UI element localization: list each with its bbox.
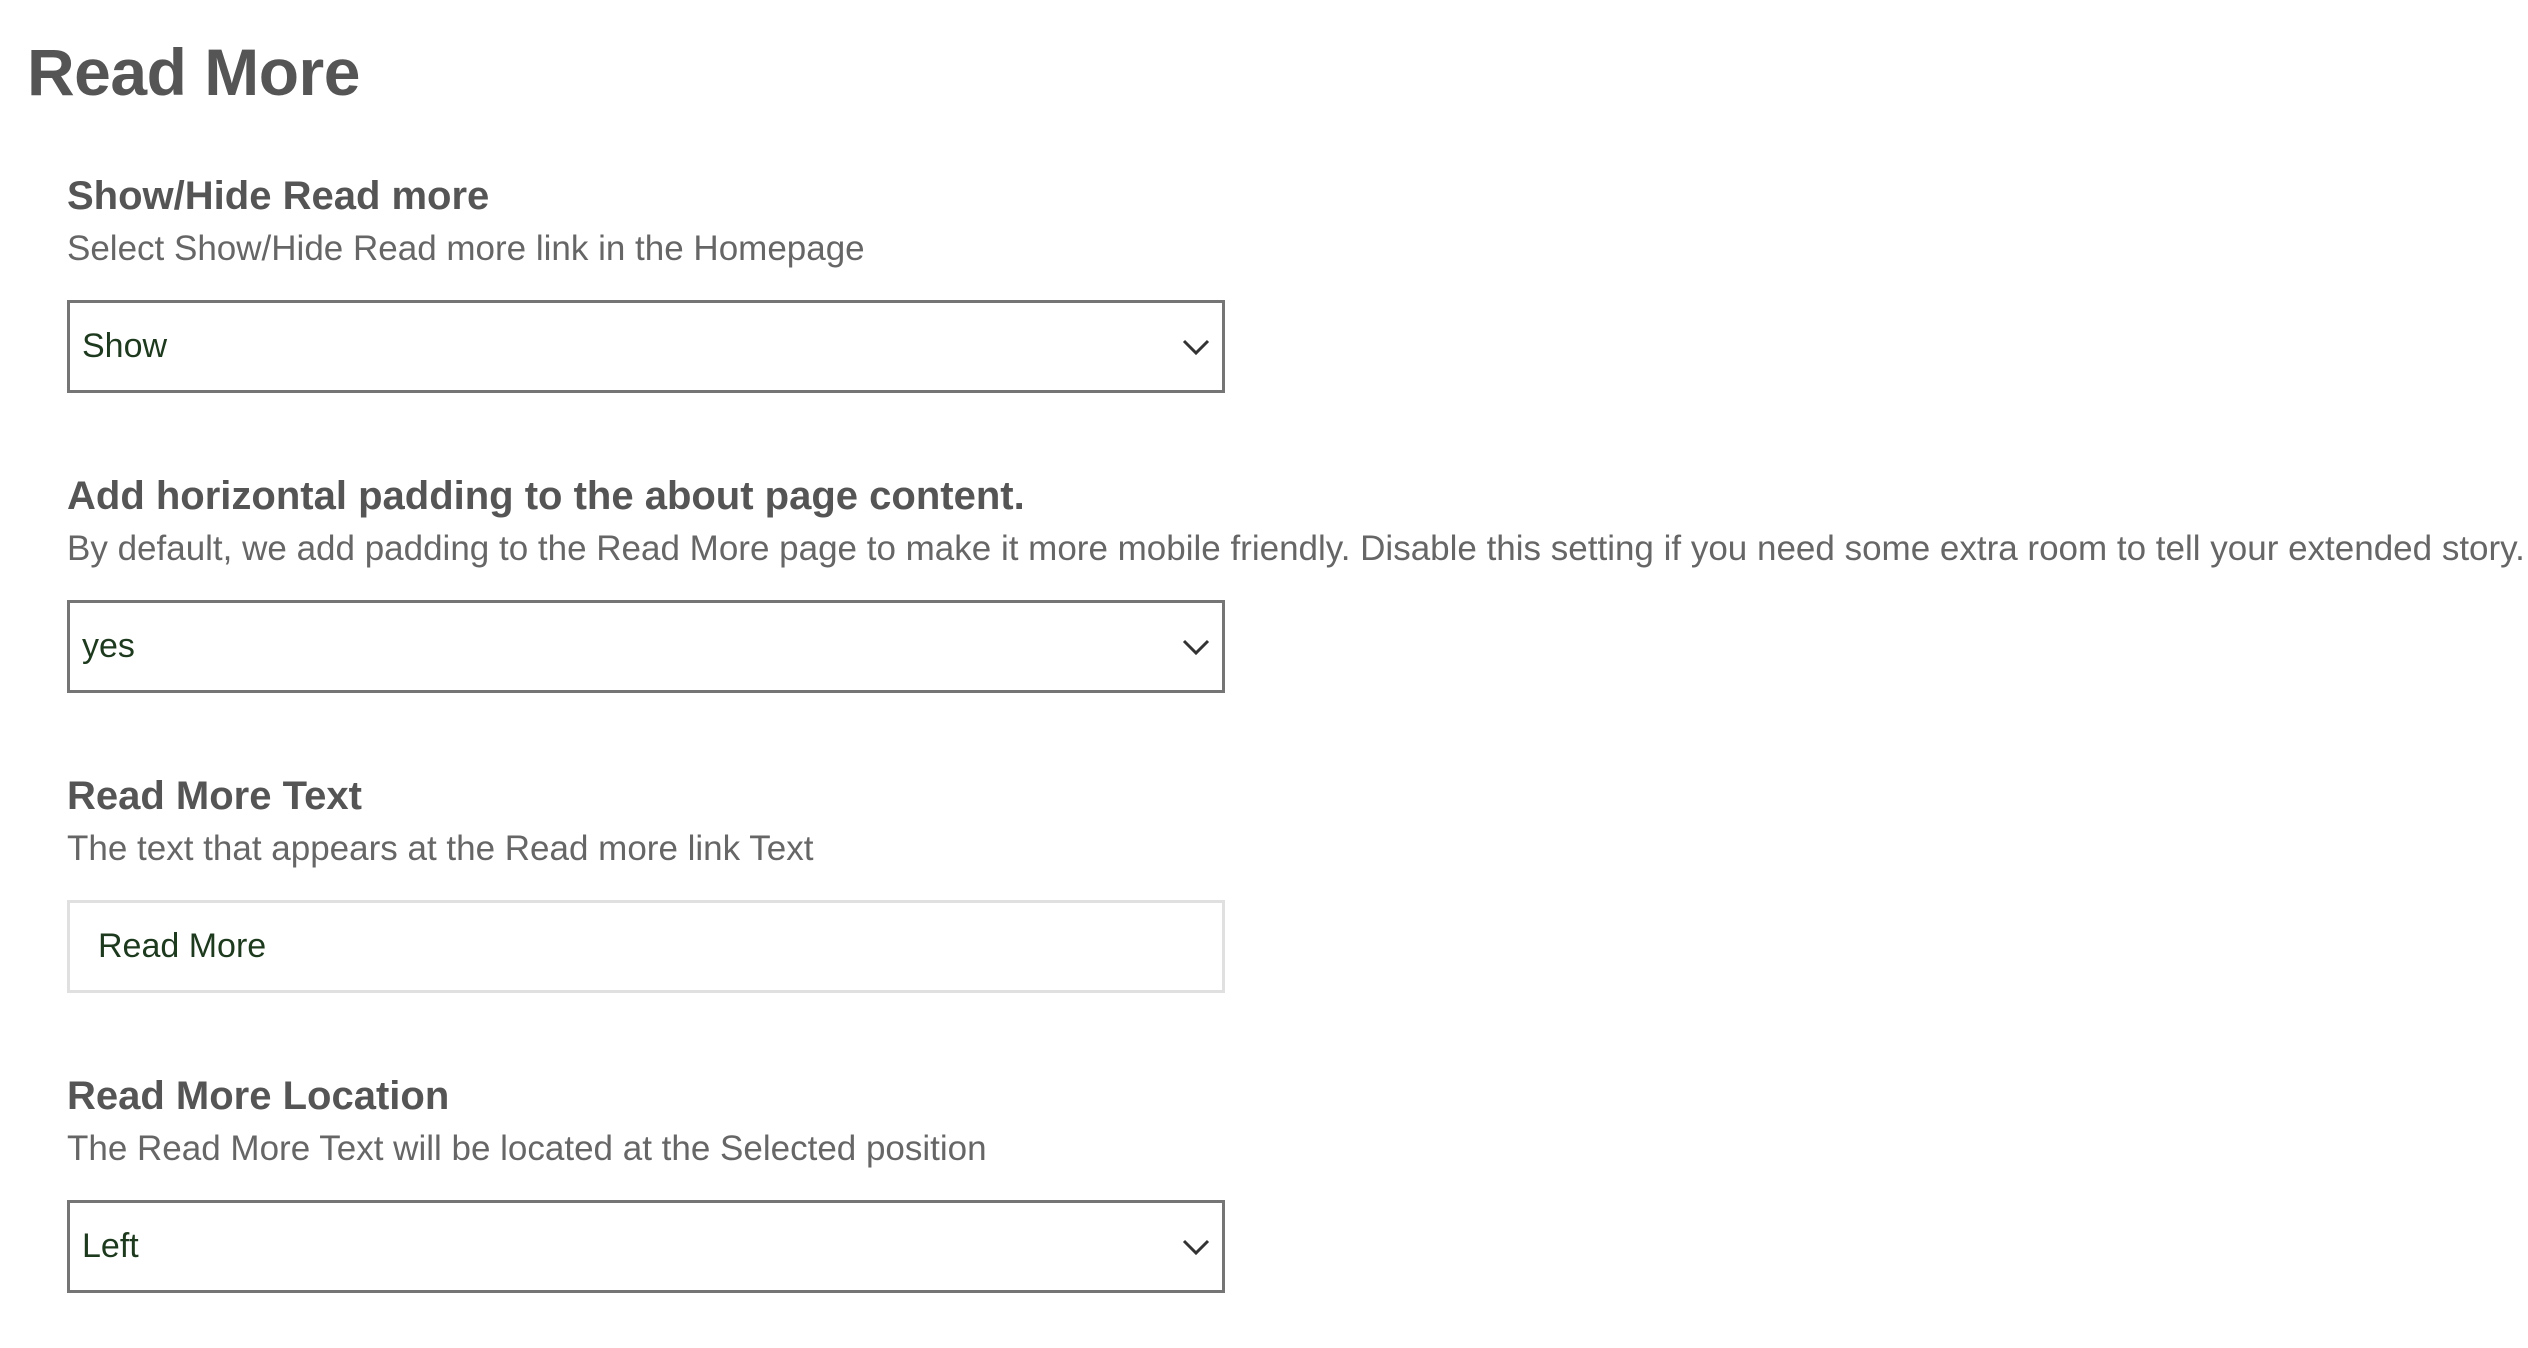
setting-label: Show/Hide Read more <box>67 174 490 218</box>
setting-label: Add horizontal padding to the about page… <box>67 474 1025 518</box>
setting-description: The text that appears at the Read more l… <box>67 829 814 868</box>
setting-read-more-text: Read More Text The text that appears at … <box>67 770 2507 993</box>
setting-description: The Read More Text will be located at th… <box>67 1129 987 1168</box>
settings-page: Read More Show/Hide Read more Select Sho… <box>0 0 2528 1348</box>
read-more-text-input[interactable]: Read More <box>67 900 1225 993</box>
page-title: Read More <box>27 35 360 109</box>
setting-horizontal-padding: Add horizontal padding to the about page… <box>67 470 2525 693</box>
chevron-down-icon <box>1182 339 1210 356</box>
location-select[interactable]: Left <box>67 1200 1225 1293</box>
show-hide-select[interactable]: Show <box>67 300 1225 393</box>
select-value: Left <box>82 1227 139 1265</box>
select-value: Show <box>82 327 168 365</box>
setting-description: Select Show/Hide Read more link in the H… <box>67 229 865 268</box>
chevron-down-icon <box>1182 1239 1210 1256</box>
setting-label: Read More Text <box>67 774 362 818</box>
select-value: yes <box>82 627 135 665</box>
input-value: Read More <box>98 927 267 965</box>
setting-read-more-location: Read More Location The Read More Text wi… <box>67 1070 2507 1293</box>
chevron-down-icon <box>1182 639 1210 656</box>
setting-show-hide-read-more: Show/Hide Read more Select Show/Hide Rea… <box>67 170 2507 393</box>
setting-label: Read More Location <box>67 1074 450 1118</box>
setting-description: By default, we add padding to the Read M… <box>67 529 2525 568</box>
padding-select[interactable]: yes <box>67 600 1225 693</box>
